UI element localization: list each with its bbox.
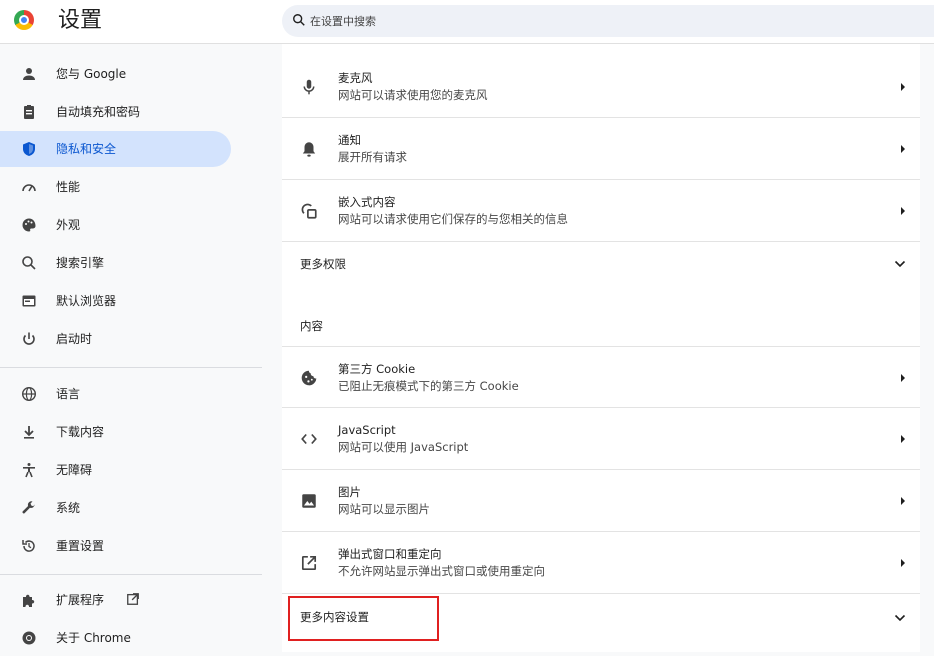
arrow-right-icon [901, 145, 905, 153]
site-setting-third-party-cookies[interactable]: 第三方 Cookie 已阻止无痕模式下的第三方 Cookie [282, 346, 920, 408]
embedded-content-icon [301, 203, 317, 219]
row-title: 麦克风 [338, 71, 373, 85]
chevron-down-icon [894, 614, 906, 622]
sidebar-item-label: 扩展程序 [56, 593, 105, 607]
row-title: 通知 [338, 133, 361, 147]
sidebar-item-label: 系统 [56, 501, 81, 515]
sidebar-item-label: 您与 Google [56, 67, 127, 81]
row-title: JavaScript [338, 423, 396, 437]
sidebar-item-label: 下载内容 [56, 425, 105, 439]
sidebar-item-label: 关于 Chrome [56, 631, 131, 645]
accessibility-icon [23, 463, 35, 478]
more-permissions-expander[interactable]: 更多权限 [282, 242, 920, 286]
reset-icon [22, 540, 35, 552]
open-in-new-icon [127, 593, 139, 605]
search-input[interactable] [310, 5, 910, 37]
row-subtitle: 已阻止无痕模式下的第三方 Cookie [338, 379, 519, 393]
sidebar-divider [0, 574, 262, 575]
sidebar-item-label: 外观 [56, 218, 81, 232]
sidebar: 您与 Google 自动填充和密码 隐私和安全 性能 外观 搜索引擎 默认浏览器… [0, 44, 262, 652]
sidebar-item-label: 默认浏览器 [56, 294, 117, 308]
arrow-right-icon [901, 374, 905, 382]
chrome-logo-icon [14, 10, 34, 30]
sidebar-item-label: 重置设置 [56, 539, 105, 553]
content-section-heading: 内容 [300, 319, 323, 333]
row-subtitle: 网站可以显示图片 [338, 502, 430, 516]
popup-icon [301, 555, 317, 571]
search-icon [293, 14, 305, 26]
row-subtitle: 网站可以请求使用它们保存的与您相关的信息 [338, 212, 568, 226]
search-icon [22, 256, 36, 270]
row-title: 嵌入式内容 [338, 195, 396, 209]
sidebar-item-label: 启动时 [56, 332, 93, 346]
settings-panel: 麦克风 网站可以请求使用您的麦克风 通知 展开所有请求 嵌入式内容 网站可以请求… [282, 44, 920, 652]
arrow-right-icon [901, 497, 905, 505]
row-title: 弹出式窗口和重定向 [338, 547, 442, 561]
site-setting-images[interactable]: 图片 网站可以显示图片 [282, 470, 920, 532]
bell-icon [302, 142, 316, 157]
page-title: 设置 [58, 8, 103, 33]
sidebar-item-appearance[interactable]: 外观 [0, 207, 231, 243]
sidebar-item-extensions[interactable]: 扩展程序 [0, 582, 231, 618]
clipboard-icon [24, 105, 34, 119]
sidebar-item-downloads[interactable]: 下载内容 [0, 414, 231, 450]
arrow-right-icon [901, 559, 905, 567]
palette-icon [22, 218, 36, 232]
chevron-down-icon [894, 260, 906, 268]
row-title: 第三方 Cookie [338, 362, 416, 376]
site-setting-javascript[interactable]: JavaScript 网站可以使用 JavaScript [282, 408, 920, 470]
browser-icon [22, 295, 36, 307]
row-subtitle: 网站可以请求使用您的麦克风 [338, 88, 488, 102]
sidebar-item-label: 无障碍 [56, 463, 93, 477]
sidebar-item-autofill[interactable]: 自动填充和密码 [0, 94, 231, 130]
sidebar-item-default-browser[interactable]: 默认浏览器 [0, 283, 231, 319]
site-setting-popups-redirects[interactable]: 弹出式窗口和重定向 不允许网站显示弹出式窗口或使用重定向 [282, 532, 920, 594]
sidebar-divider [0, 367, 262, 368]
chrome-icon [22, 631, 36, 645]
highlight-box [288, 596, 439, 641]
sidebar-item-system[interactable]: 系统 [0, 490, 231, 526]
sidebar-item-about-chrome[interactable]: 关于 Chrome [0, 620, 231, 656]
puzzle-icon [23, 594, 35, 607]
sidebar-item-on-startup[interactable]: 启动时 [0, 321, 231, 357]
speedometer-icon [22, 184, 36, 192]
search-box[interactable] [282, 5, 934, 37]
shield-icon [23, 142, 35, 156]
power-icon [23, 332, 35, 345]
download-icon [24, 426, 34, 439]
row-subtitle: 网站可以使用 JavaScript [338, 440, 469, 454]
cookie-icon [301, 370, 317, 386]
sidebar-item-languages[interactable]: 语言 [0, 376, 231, 412]
sidebar-item-label: 自动填充和密码 [56, 105, 141, 119]
sidebar-item-label: 隐私和安全 [56, 142, 117, 156]
globe-icon [21, 386, 37, 402]
sidebar-item-performance[interactable]: 性能 [0, 169, 231, 205]
row-subtitle: 不允许网站显示弹出式窗口或使用重定向 [338, 564, 545, 578]
sidebar-item-reset[interactable]: 重置设置 [0, 528, 231, 564]
code-icon [301, 433, 317, 445]
sidebar-item-label: 搜索引擎 [56, 256, 105, 270]
sidebar-item-privacy-security[interactable]: 隐私和安全 [0, 131, 231, 167]
sidebar-item-search-engine[interactable]: 搜索引擎 [0, 245, 231, 281]
wrench-icon [22, 501, 35, 514]
site-setting-embedded-content[interactable]: 嵌入式内容 网站可以请求使用它们保存的与您相关的信息 [282, 180, 920, 242]
row-subtitle: 展开所有请求 [338, 150, 407, 164]
row-title: 图片 [338, 485, 361, 499]
more-permissions-label: 更多权限 [300, 257, 346, 271]
arrow-right-icon [901, 83, 905, 91]
person-icon [23, 68, 35, 80]
microphone-icon [303, 79, 315, 95]
top-bar: 设置 [0, 0, 934, 44]
arrow-right-icon [901, 207, 905, 215]
site-setting-notifications[interactable]: 通知 展开所有请求 [282, 118, 920, 180]
sidebar-item-label: 性能 [56, 180, 81, 194]
arrow-right-icon [901, 435, 905, 443]
site-setting-microphone[interactable]: 麦克风 网站可以请求使用您的麦克风 [282, 56, 920, 118]
sidebar-item-label: 语言 [56, 387, 81, 401]
sidebar-item-accessibility[interactable]: 无障碍 [0, 452, 231, 488]
sidebar-item-you-and-google[interactable]: 您与 Google [0, 56, 231, 92]
image-icon [302, 494, 316, 508]
